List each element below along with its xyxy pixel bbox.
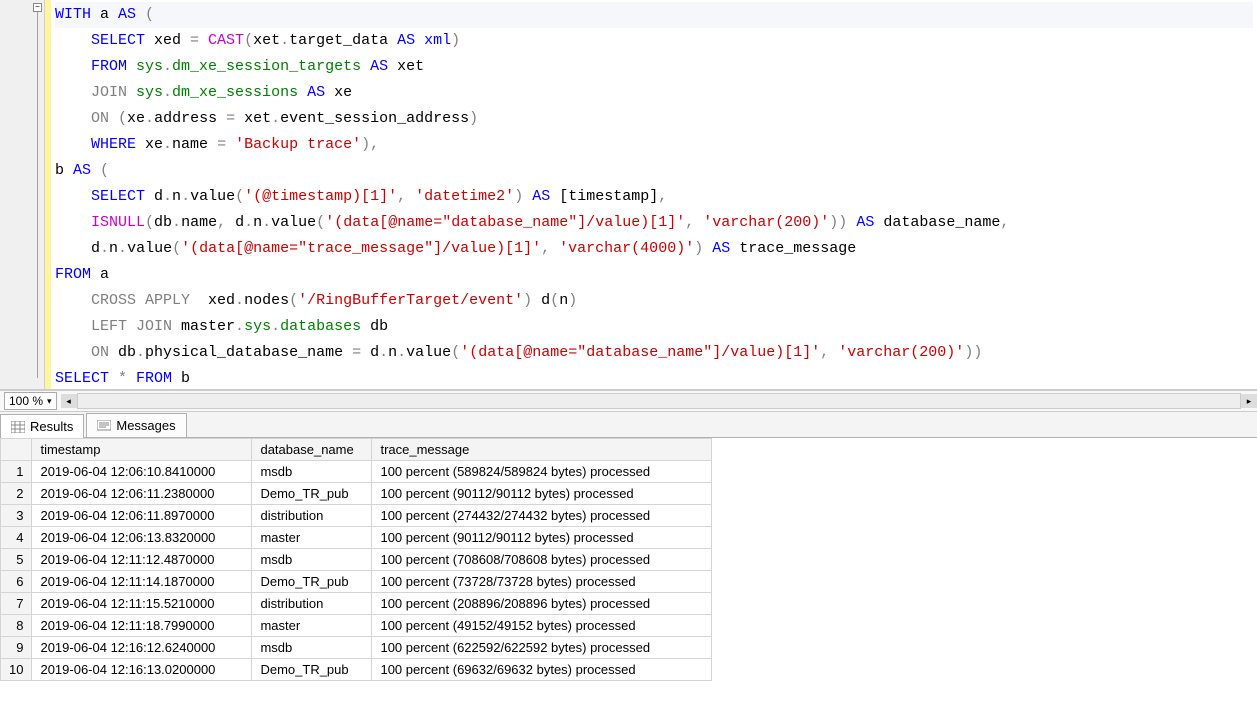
table-row[interactable]: 62019-06-04 12:11:14.1870000Demo_TR_pub1…	[1, 571, 712, 593]
results-tab-strip: Results Messages	[0, 412, 1257, 438]
cell-timestamp[interactable]: 2019-06-04 12:11:12.4870000	[32, 549, 252, 571]
table-row[interactable]: 22019-06-04 12:06:11.2380000Demo_TR_pub1…	[1, 483, 712, 505]
column-header-timestamp[interactable]: timestamp	[32, 439, 252, 461]
cell-trace-message[interactable]: 100 percent (208896/208896 bytes) proces…	[372, 593, 712, 615]
column-header-trace-message[interactable]: trace_message	[372, 439, 712, 461]
row-header[interactable]: 7	[1, 593, 32, 615]
results-grid[interactable]: timestamp database_name trace_message 12…	[0, 438, 712, 681]
column-header-database-name[interactable]: database_name	[252, 439, 372, 461]
cell-trace-message[interactable]: 100 percent (622592/622592 bytes) proces…	[372, 637, 712, 659]
row-header[interactable]: 10	[1, 659, 32, 681]
cell-timestamp[interactable]: 2019-06-04 12:11:15.5210000	[32, 593, 252, 615]
cell-database-name[interactable]: msdb	[252, 461, 372, 483]
cell-timestamp[interactable]: 2019-06-04 12:06:11.8970000	[32, 505, 252, 527]
horizontal-scrollbar[interactable]	[77, 393, 1241, 409]
scroll-right-button[interactable]: ▸	[1241, 394, 1257, 408]
row-header[interactable]: 6	[1, 571, 32, 593]
table-row[interactable]: 12019-06-04 12:06:10.8410000msdb100 perc…	[1, 461, 712, 483]
cell-database-name[interactable]: Demo_TR_pub	[252, 483, 372, 505]
cell-trace-message[interactable]: 100 percent (69632/69632 bytes) processe…	[372, 659, 712, 681]
results-grid-pane: timestamp database_name trace_message 12…	[0, 438, 1257, 727]
row-header[interactable]: 9	[1, 637, 32, 659]
tab-results-label: Results	[30, 419, 73, 434]
cell-database-name[interactable]: master	[252, 615, 372, 637]
table-row[interactable]: 32019-06-04 12:06:11.8970000distribution…	[1, 505, 712, 527]
cell-trace-message[interactable]: 100 percent (90112/90112 bytes) processe…	[372, 527, 712, 549]
cell-database-name[interactable]: distribution	[252, 593, 372, 615]
zoom-dropdown[interactable]: 100 % ▾	[4, 392, 57, 410]
row-header[interactable]: 8	[1, 615, 32, 637]
cell-trace-message[interactable]: 100 percent (90112/90112 bytes) processe…	[372, 483, 712, 505]
table-row[interactable]: 82019-06-04 12:11:18.7990000master100 pe…	[1, 615, 712, 637]
cell-database-name[interactable]: master	[252, 527, 372, 549]
cell-timestamp[interactable]: 2019-06-04 12:16:13.0200000	[32, 659, 252, 681]
grid-corner[interactable]	[1, 439, 32, 461]
cell-trace-message[interactable]: 100 percent (708608/708608 bytes) proces…	[372, 549, 712, 571]
collapse-toggle[interactable]: −	[33, 3, 42, 12]
messages-icon	[97, 420, 111, 432]
cell-timestamp[interactable]: 2019-06-04 12:11:14.1870000	[32, 571, 252, 593]
row-header[interactable]: 5	[1, 549, 32, 571]
row-header[interactable]: 1	[1, 461, 32, 483]
cell-timestamp[interactable]: 2019-06-04 12:06:10.8410000	[32, 461, 252, 483]
editor-footer-bar: 100 % ▾ ◂ ▸	[0, 390, 1257, 412]
tab-messages[interactable]: Messages	[86, 413, 186, 437]
grid-icon	[11, 421, 25, 433]
cell-timestamp[interactable]: 2019-06-04 12:16:12.6240000	[32, 637, 252, 659]
outline-guide	[37, 8, 38, 378]
scroll-left-button[interactable]: ◂	[61, 394, 77, 408]
cell-database-name[interactable]: distribution	[252, 505, 372, 527]
cell-trace-message[interactable]: 100 percent (49152/49152 bytes) processe…	[372, 615, 712, 637]
zoom-value: 100 %	[9, 394, 43, 408]
cell-database-name[interactable]: Demo_TR_pub	[252, 571, 372, 593]
row-header[interactable]: 2	[1, 483, 32, 505]
table-row[interactable]: 102019-06-04 12:16:13.0200000Demo_TR_pub…	[1, 659, 712, 681]
cell-trace-message[interactable]: 100 percent (274432/274432 bytes) proces…	[372, 505, 712, 527]
table-row[interactable]: 52019-06-04 12:11:12.4870000msdb100 perc…	[1, 549, 712, 571]
cell-timestamp[interactable]: 2019-06-04 12:11:18.7990000	[32, 615, 252, 637]
cell-trace-message[interactable]: 100 percent (73728/73728 bytes) processe…	[372, 571, 712, 593]
cell-trace-message[interactable]: 100 percent (589824/589824 bytes) proces…	[372, 461, 712, 483]
table-row[interactable]: 72019-06-04 12:11:15.5210000distribution…	[1, 593, 712, 615]
cell-timestamp[interactable]: 2019-06-04 12:06:13.8320000	[32, 527, 252, 549]
sql-editor-pane: − WITH a AS ( SELECT xed = CAST(xet.targ…	[0, 0, 1257, 390]
grid-header-row: timestamp database_name trace_message	[1, 439, 712, 461]
table-row[interactable]: 42019-06-04 12:06:13.8320000master100 pe…	[1, 527, 712, 549]
row-header[interactable]: 4	[1, 527, 32, 549]
sql-code-area[interactable]: WITH a AS ( SELECT xed = CAST(xet.target…	[51, 0, 1257, 389]
tab-results[interactable]: Results	[0, 414, 84, 438]
cell-database-name[interactable]: msdb	[252, 637, 372, 659]
table-row[interactable]: 92019-06-04 12:16:12.6240000msdb100 perc…	[1, 637, 712, 659]
row-header[interactable]: 3	[1, 505, 32, 527]
tab-messages-label: Messages	[116, 418, 175, 433]
cell-timestamp[interactable]: 2019-06-04 12:06:11.2380000	[32, 483, 252, 505]
cell-database-name[interactable]: Demo_TR_pub	[252, 659, 372, 681]
cell-database-name[interactable]: msdb	[252, 549, 372, 571]
chevron-down-icon: ▾	[47, 396, 52, 407]
editor-gutter: −	[0, 0, 45, 389]
